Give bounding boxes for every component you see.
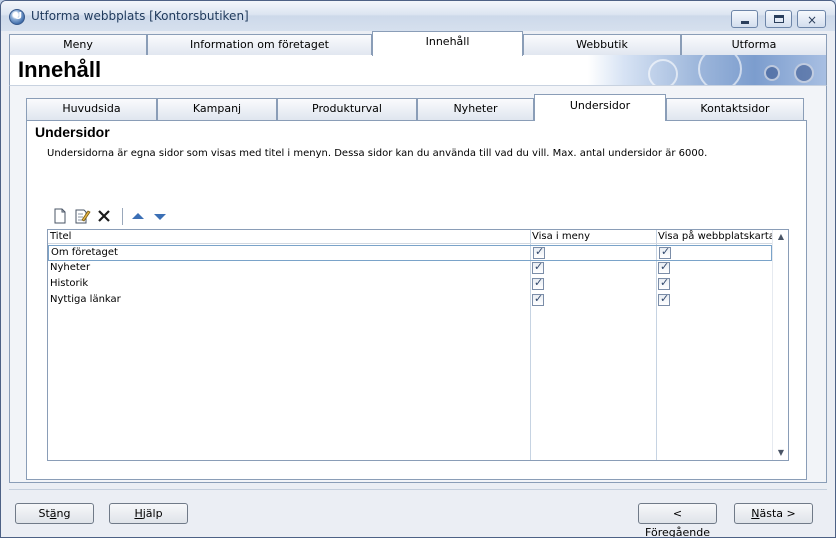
tab-information-om-foretaget[interactable]: Information om företaget: [147, 34, 372, 55]
undersidor-panel: Undersidor Undersidorna är egna sidor so…: [26, 120, 807, 480]
edit-page-icon[interactable]: [73, 207, 91, 225]
tab-innehall[interactable]: Innehåll: [372, 31, 523, 56]
section-description: Undersidorna är egna sidor som visas med…: [47, 148, 708, 159]
window-title: Utforma webbplats [Kontorsbutiken]: [31, 9, 249, 23]
table-row[interactable]: Om företaget: [48, 245, 772, 261]
row-title: Historik: [50, 278, 89, 289]
grid-header: Titel Visa i meny Visa på webbplatskarta: [48, 230, 775, 244]
toolbar-separator: [122, 208, 123, 225]
subpages-grid[interactable]: Titel Visa i meny Visa på webbplatskarta…: [47, 229, 789, 461]
tab-meny[interactable]: Meny: [9, 34, 147, 55]
title-bar[interactable]: U Utforma webbplats [Kontorsbutiken] ×: [1, 1, 835, 31]
footer-divider: [9, 489, 827, 490]
table-row[interactable]: Nyttiga länkar: [48, 292, 772, 309]
tab-utforma[interactable]: Utforma: [681, 34, 827, 55]
header-banner-image: [588, 55, 826, 85]
page-header: Innehåll: [9, 55, 827, 85]
visa-pa-karta-checkbox[interactable]: [658, 260, 670, 274]
visa-i-meny-checkbox[interactable]: [532, 292, 544, 306]
visa-i-meny-checkbox[interactable]: [532, 276, 544, 290]
dialog-footer: Stäng Hjälp < Föregående Nästa >: [1, 489, 835, 537]
column-header-titel[interactable]: Titel: [50, 231, 71, 242]
visa-i-meny-checkbox[interactable]: [533, 245, 545, 259]
move-down-icon[interactable]: [151, 207, 169, 225]
help-button[interactable]: Hjälp: [109, 503, 188, 524]
app-logo-icon: U: [9, 9, 25, 25]
scroll-down-arrow-icon[interactable]: ▼: [773, 446, 789, 460]
page-title: Innehåll: [18, 57, 102, 82]
new-page-icon[interactable]: [51, 207, 69, 225]
main-tab-bar: Meny Information om företaget Innehåll W…: [9, 31, 827, 56]
tab-kampanj[interactable]: Kampanj: [157, 98, 277, 120]
visa-i-meny-checkbox[interactable]: [532, 260, 544, 274]
minimize-button[interactable]: [731, 10, 758, 28]
vertical-scrollbar[interactable]: ▲ ▼: [772, 230, 788, 460]
sub-tab-bar: Huvudsida Kampanj Produkturval Nyheter U…: [26, 94, 806, 121]
close-icon: ×: [807, 13, 818, 27]
table-row[interactable]: Historik: [48, 276, 772, 293]
tab-undersidor[interactable]: Undersidor: [534, 94, 666, 121]
content-panel: Huvudsida Kampanj Produkturval Nyheter U…: [9, 85, 827, 483]
app-window: U Utforma webbplats [Kontorsbutiken] × M…: [0, 0, 836, 538]
previous-button[interactable]: < Föregående: [638, 503, 717, 537]
tab-webbutik[interactable]: Webbutik: [523, 34, 681, 55]
section-title: Undersidor: [35, 124, 110, 140]
tab-nyheter[interactable]: Nyheter: [417, 98, 534, 120]
tab-huvudsida[interactable]: Huvudsida: [26, 98, 157, 120]
scroll-up-arrow-icon[interactable]: ▲: [773, 230, 789, 244]
delete-icon[interactable]: [95, 207, 113, 225]
move-up-icon[interactable]: [129, 207, 147, 225]
minimize-icon: [741, 21, 749, 24]
row-title: Om företaget: [51, 247, 118, 258]
maximize-icon: [774, 15, 784, 23]
row-title: Nyttiga länkar: [50, 294, 121, 305]
row-title: Nyheter: [50, 262, 91, 273]
column-header-visa-pa-webbplatskarta[interactable]: Visa på webbplatskarta: [658, 231, 775, 242]
table-row[interactable]: Nyheter: [48, 260, 772, 277]
close-button[interactable]: Stäng: [15, 503, 94, 524]
visa-pa-karta-checkbox[interactable]: [659, 245, 671, 259]
subpage-toolbar: [47, 207, 247, 227]
visa-pa-karta-checkbox[interactable]: [658, 276, 670, 290]
maximize-button[interactable]: [765, 10, 792, 28]
visa-pa-karta-checkbox[interactable]: [658, 292, 670, 306]
next-button[interactable]: Nästa >: [734, 503, 813, 524]
tab-produkturval[interactable]: Produkturval: [277, 98, 417, 120]
column-header-visa-i-meny[interactable]: Visa i meny: [532, 231, 590, 242]
close-window-button[interactable]: ×: [797, 10, 826, 28]
tab-kontaktsidor[interactable]: Kontaktsidor: [666, 98, 804, 120]
